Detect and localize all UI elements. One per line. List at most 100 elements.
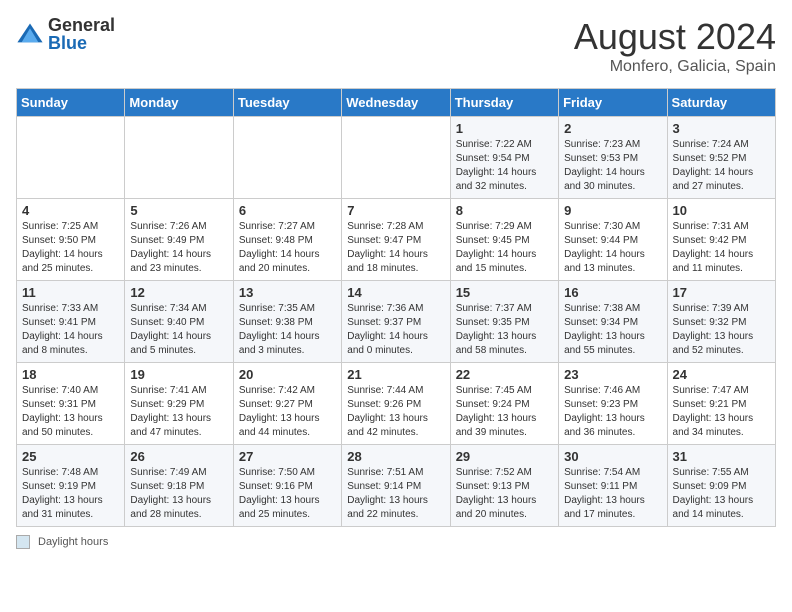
daylight-legend-box [16, 535, 30, 549]
logo-icon [16, 20, 44, 48]
calendar-cell: 25Sunrise: 7:48 AMSunset: 9:19 PMDayligh… [17, 445, 125, 527]
day-number: 14 [347, 285, 444, 300]
day-number: 11 [22, 285, 119, 300]
calendar-cell: 6Sunrise: 7:27 AMSunset: 9:48 PMDaylight… [233, 199, 341, 281]
calendar-cell: 3 Sunrise: 7:24 AMSunset: 9:52 PMDaylight… [667, 117, 775, 199]
day-info: Sunrise: 7:39 AMSunset: 9:32 PMDaylight:… [673, 302, 770, 358]
logo-blue-text: Blue [48, 34, 115, 52]
day-number: 23 [564, 367, 661, 382]
day-number: 29 [456, 449, 553, 464]
calendar-cell: 7Sunrise: 7:28 AMSunset: 9:47 PMDaylight… [342, 199, 450, 281]
calendar-footer: Daylight hours [16, 535, 776, 549]
month-year-title: August 2024 [574, 16, 776, 58]
day-info: Sunrise: 7:25 AMSunset: 9:50 PMDaylight:… [22, 220, 119, 276]
header-tuesday: Tuesday [233, 89, 341, 117]
calendar-cell: 15 Sunrise: 7:37 AMSunset: 9:35 PMDayligh… [450, 281, 558, 363]
calendar-cell: 8Sunrise: 7:29 AMSunset: 9:45 PMDaylight… [450, 199, 558, 281]
day-info: Sunrise: 7:41 AMSunset: 9:29 PMDaylight:… [130, 384, 227, 440]
day-info: Sunrise: 7:40 AMSunset: 9:31 PMDaylight:… [22, 384, 119, 440]
calendar-cell: 9 Sunrise: 7:30 AMSunset: 9:44 PMDaylight… [559, 199, 667, 281]
calendar-cell: 14 Sunrise: 7:36 AMSunset: 9:37 PMDayligh… [342, 281, 450, 363]
calendar-cell: 13 Sunrise: 7:35 AMSunset: 9:38 PMDayligh… [233, 281, 341, 363]
calendar-cell: 20 Sunrise: 7:42 AMSunset: 9:27 PMDayligh… [233, 363, 341, 445]
day-number: 8 [456, 203, 553, 218]
day-number: 28 [347, 449, 444, 464]
calendar-cell: 11 Sunrise: 7:33 AMSunset: 9:41 PMDayligh… [17, 281, 125, 363]
day-info: Sunrise: 7:51 AMSunset: 9:14 PMDaylight:… [347, 466, 444, 522]
page-header: General Blue August 2024 Monfero, Galici… [16, 16, 776, 76]
day-info: Sunrise: 7:48 AMSunset: 9:19 PMDaylight:… [22, 466, 119, 522]
day-number: 15 [456, 285, 553, 300]
day-number: 9 [564, 203, 661, 218]
calendar-table: SundayMondayTuesdayWednesdayThursdayFrid… [16, 88, 776, 527]
logo-text: General Blue [48, 16, 115, 52]
day-number: 17 [673, 285, 770, 300]
day-number: 7 [347, 203, 444, 218]
calendar-cell: 19 Sunrise: 7:41 AMSunset: 9:29 PMDayligh… [125, 363, 233, 445]
location-subtitle: Monfero, Galicia, Spain [574, 58, 776, 76]
logo: General Blue [16, 16, 115, 52]
day-info: Sunrise: 7:38 AMSunset: 9:34 PMDaylight:… [564, 302, 661, 358]
day-number: 5 [130, 203, 227, 218]
day-info: Sunrise: 7:33 AMSunset: 9:41 PMDaylight:… [22, 302, 119, 358]
header-friday: Friday [559, 89, 667, 117]
day-info: Sunrise: 7:35 AMSunset: 9:38 PMDaylight:… [239, 302, 336, 358]
day-info: Sunrise: 7:34 AMSunset: 9:40 PMDaylight:… [130, 302, 227, 358]
day-info: Sunrise: 7:24 AMSunset: 9:52 PMDaylight:… [673, 138, 770, 194]
calendar-week-row: 4 Sunrise: 7:25 AMSunset: 9:50 PMDaylight… [17, 199, 776, 281]
day-info: Sunrise: 7:49 AMSunset: 9:18 PMDaylight:… [130, 466, 227, 522]
calendar-cell: 2Sunrise: 7:23 AMSunset: 9:53 PMDaylight… [559, 117, 667, 199]
daylight-legend-label: Daylight hours [38, 536, 108, 548]
day-info: Sunrise: 7:45 AMSunset: 9:24 PMDaylight:… [456, 384, 553, 440]
day-info: Sunrise: 7:47 AMSunset: 9:21 PMDaylight:… [673, 384, 770, 440]
day-info: Sunrise: 7:52 AMSunset: 9:13 PMDaylight:… [456, 466, 553, 522]
day-number: 13 [239, 285, 336, 300]
day-info: Sunrise: 7:44 AMSunset: 9:26 PMDaylight:… [347, 384, 444, 440]
day-number: 1 [456, 121, 553, 136]
day-number: 20 [239, 367, 336, 382]
calendar-cell: 29 Sunrise: 7:52 AMSunset: 9:13 PMDayligh… [450, 445, 558, 527]
day-number: 31 [673, 449, 770, 464]
day-number: 22 [456, 367, 553, 382]
header-monday: Monday [125, 89, 233, 117]
calendar-cell: 4 Sunrise: 7:25 AMSunset: 9:50 PMDaylight… [17, 199, 125, 281]
header-thursday: Thursday [450, 89, 558, 117]
title-block: August 2024 Monfero, Galicia, Spain [574, 16, 776, 76]
calendar-cell: 5Sunrise: 7:26 AMSunset: 9:49 PMDaylight… [125, 199, 233, 281]
day-info: Sunrise: 7:42 AMSunset: 9:27 PMDaylight:… [239, 384, 336, 440]
day-number: 10 [673, 203, 770, 218]
logo-general-text: General [48, 16, 115, 34]
calendar-cell: 31 Sunrise: 7:55 AMSunset: 9:09 PMDayligh… [667, 445, 775, 527]
day-number: 18 [22, 367, 119, 382]
header-sunday: Sunday [17, 89, 125, 117]
day-info: Sunrise: 7:36 AMSunset: 9:37 PMDaylight:… [347, 302, 444, 358]
day-number: 26 [130, 449, 227, 464]
day-number: 4 [22, 203, 119, 218]
header-saturday: Saturday [667, 89, 775, 117]
calendar-cell: 27 Sunrise: 7:50 AMSunset: 9:16 PMDayligh… [233, 445, 341, 527]
day-number: 16 [564, 285, 661, 300]
calendar-cell [342, 117, 450, 199]
day-number: 24 [673, 367, 770, 382]
calendar-cell: 17 Sunrise: 7:39 AMSunset: 9:32 PMDayligh… [667, 281, 775, 363]
day-number: 21 [347, 367, 444, 382]
day-number: 3 [673, 121, 770, 136]
calendar-cell [17, 117, 125, 199]
calendar-cell: 28 Sunrise: 7:51 AMSunset: 9:14 PMDayligh… [342, 445, 450, 527]
calendar-cell [233, 117, 341, 199]
day-info: Sunrise: 7:54 AMSunset: 9:11 PMDaylight:… [564, 466, 661, 522]
day-number: 27 [239, 449, 336, 464]
calendar-cell: 1Sunrise: 7:22 AMSunset: 9:54 PMDaylight… [450, 117, 558, 199]
day-info: Sunrise: 7:30 AMSunset: 9:44 PMDaylight:… [564, 220, 661, 276]
day-number: 12 [130, 285, 227, 300]
day-info: Sunrise: 7:23 AMSunset: 9:53 PMDaylight:… [564, 138, 661, 194]
day-info: Sunrise: 7:55 AMSunset: 9:09 PMDaylight:… [673, 466, 770, 522]
calendar-week-row: 1Sunrise: 7:22 AMSunset: 9:54 PMDaylight… [17, 117, 776, 199]
day-number: 19 [130, 367, 227, 382]
calendar-cell: 12 Sunrise: 7:34 AMSunset: 9:40 PMDayligh… [125, 281, 233, 363]
day-info: Sunrise: 7:37 AMSunset: 9:35 PMDaylight:… [456, 302, 553, 358]
calendar-cell: 24 Sunrise: 7:47 AMSunset: 9:21 PMDayligh… [667, 363, 775, 445]
day-info: Sunrise: 7:27 AMSunset: 9:48 PMDaylight:… [239, 220, 336, 276]
calendar-cell: 10Sunrise: 7:31 AMSunset: 9:42 PMDayligh… [667, 199, 775, 281]
day-info: Sunrise: 7:50 AMSunset: 9:16 PMDaylight:… [239, 466, 336, 522]
